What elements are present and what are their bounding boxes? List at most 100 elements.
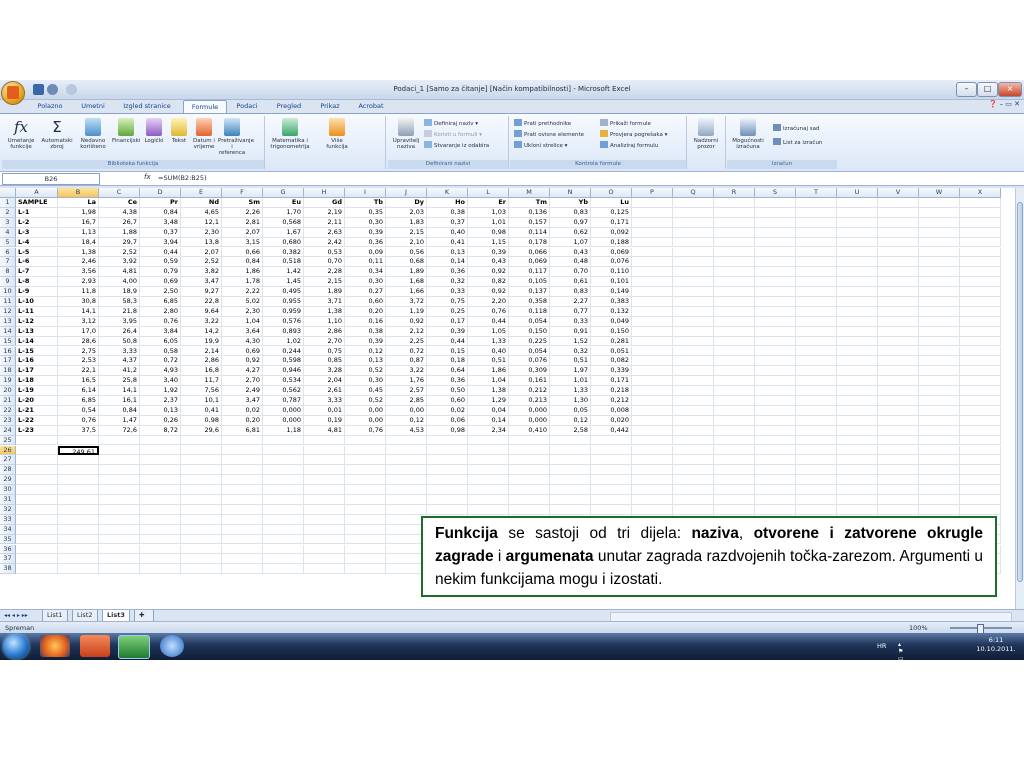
empty-cell[interactable] (632, 405, 673, 416)
empty-cell[interactable] (755, 376, 796, 387)
value-cell[interactable]: 11,7 (181, 376, 222, 387)
empty-cell[interactable] (591, 495, 632, 505)
empty-cell[interactable] (960, 287, 1001, 297)
value-cell[interactable]: 0,39 (345, 227, 386, 238)
column-header[interactable]: J (386, 188, 427, 198)
value-cell[interactable]: 0,45 (345, 386, 386, 396)
column-header[interactable]: V (878, 188, 919, 198)
empty-cell[interactable] (550, 455, 591, 466)
empty-cell[interactable] (673, 475, 714, 486)
value-cell[interactable]: 18,4 (58, 237, 99, 248)
empty-cell[interactable] (919, 316, 960, 327)
empty-cell[interactable] (304, 504, 345, 515)
value-cell[interactable]: 6,05 (140, 336, 181, 347)
value-cell[interactable]: 0,37 (140, 227, 181, 238)
empty-cell[interactable] (16, 435, 58, 446)
empty-cell[interactable] (878, 425, 919, 436)
column-header[interactable]: N (550, 188, 591, 198)
row-header[interactable]: 19 (0, 376, 16, 387)
empty-cell[interactable] (16, 554, 58, 565)
empty-cell[interactable] (99, 544, 140, 555)
empty-cell[interactable] (755, 485, 796, 495)
value-cell[interactable]: 1,88 (99, 227, 140, 238)
value-cell[interactable]: 0,43 (550, 247, 591, 258)
empty-cell[interactable] (755, 475, 796, 486)
empty-cell[interactable] (837, 227, 878, 238)
value-cell[interactable]: 0,20 (345, 306, 386, 317)
value-cell[interactable]: 0,30 (345, 376, 386, 387)
empty-cell[interactable] (345, 495, 386, 505)
empty-cell[interactable] (632, 297, 673, 307)
empty-cell[interactable] (796, 356, 837, 367)
empty-cell[interactable] (714, 227, 755, 238)
value-cell[interactable]: 0,000 (509, 405, 550, 416)
empty-cell[interactable] (837, 306, 878, 317)
value-cell[interactable]: 4,93 (140, 366, 181, 377)
empty-cell[interactable] (632, 277, 673, 288)
value-cell[interactable]: 1,33 (468, 336, 509, 347)
empty-cell[interactable] (755, 386, 796, 396)
empty-cell[interactable] (16, 465, 58, 476)
value-cell[interactable]: 2,86 (304, 326, 345, 337)
value-cell[interactable]: 1,67 (263, 227, 304, 238)
empty-cell[interactable] (673, 257, 714, 268)
value-cell[interactable]: 0,39 (468, 247, 509, 258)
value-cell[interactable]: 7,56 (181, 386, 222, 396)
logical-button[interactable]: Logički (142, 118, 166, 144)
value-cell[interactable]: 3,22 (386, 366, 427, 377)
empty-cell[interactable] (837, 267, 878, 278)
empty-cell[interactable] (919, 267, 960, 278)
value-cell[interactable]: 1,45 (263, 277, 304, 288)
empty-cell[interactable] (632, 465, 673, 476)
empty-cell[interactable] (960, 217, 1001, 228)
empty-cell[interactable] (468, 445, 509, 456)
empty-cell[interactable] (919, 455, 960, 466)
value-cell[interactable]: 0,534 (263, 376, 304, 387)
value-cell[interactable]: 2,93 (58, 277, 99, 288)
empty-cell[interactable] (632, 257, 673, 268)
value-cell[interactable]: 0,020 (591, 415, 632, 426)
empty-cell[interactable] (140, 475, 181, 486)
empty-cell[interactable] (878, 316, 919, 327)
value-cell[interactable]: 3,84 (140, 326, 181, 337)
empty-cell[interactable] (714, 366, 755, 377)
empty-cell[interactable] (960, 267, 1001, 278)
value-cell[interactable]: 0,114 (509, 227, 550, 238)
column-header[interactable]: Q (673, 188, 714, 198)
empty-cell[interactable] (714, 445, 755, 456)
row-header[interactable]: 7 (0, 257, 16, 268)
empty-cell[interactable] (878, 376, 919, 387)
value-cell[interactable]: 72,6 (99, 425, 140, 436)
empty-cell[interactable] (99, 514, 140, 525)
empty-cell[interactable] (878, 257, 919, 268)
empty-cell[interactable] (140, 485, 181, 495)
value-cell[interactable]: 1,05 (468, 326, 509, 337)
empty-cell[interactable] (714, 326, 755, 337)
empty-cell[interactable] (140, 465, 181, 476)
value-cell[interactable]: 0,34 (345, 267, 386, 278)
calc-options-button[interactable]: Mogućnosti izračuna (729, 118, 767, 150)
empty-cell[interactable] (181, 504, 222, 515)
empty-cell[interactable] (755, 366, 796, 377)
row-header[interactable]: 12 (0, 306, 16, 317)
value-cell[interactable]: 0,32 (550, 346, 591, 357)
value-cell[interactable]: 0,48 (550, 257, 591, 268)
empty-cell[interactable] (960, 376, 1001, 387)
value-cell[interactable]: 2,22 (222, 287, 263, 297)
header-cell[interactable]: Tm (509, 198, 550, 208)
value-cell[interactable]: 0,225 (509, 336, 550, 347)
empty-cell[interactable] (714, 495, 755, 505)
value-cell[interactable]: 0,150 (591, 326, 632, 337)
empty-cell[interactable] (796, 435, 837, 446)
value-cell[interactable]: 0,92 (386, 316, 427, 327)
empty-cell[interactable] (919, 425, 960, 436)
empty-cell[interactable] (755, 326, 796, 337)
empty-cell[interactable] (140, 495, 181, 505)
sample-id-cell[interactable]: L-5 (16, 247, 58, 258)
sample-id-cell[interactable]: L-1 (16, 207, 58, 218)
value-cell[interactable]: 0,75 (304, 346, 345, 357)
empty-cell[interactable] (673, 346, 714, 357)
empty-cell[interactable] (58, 495, 99, 505)
empty-cell[interactable] (919, 207, 960, 218)
empty-cell[interactable] (345, 504, 386, 515)
